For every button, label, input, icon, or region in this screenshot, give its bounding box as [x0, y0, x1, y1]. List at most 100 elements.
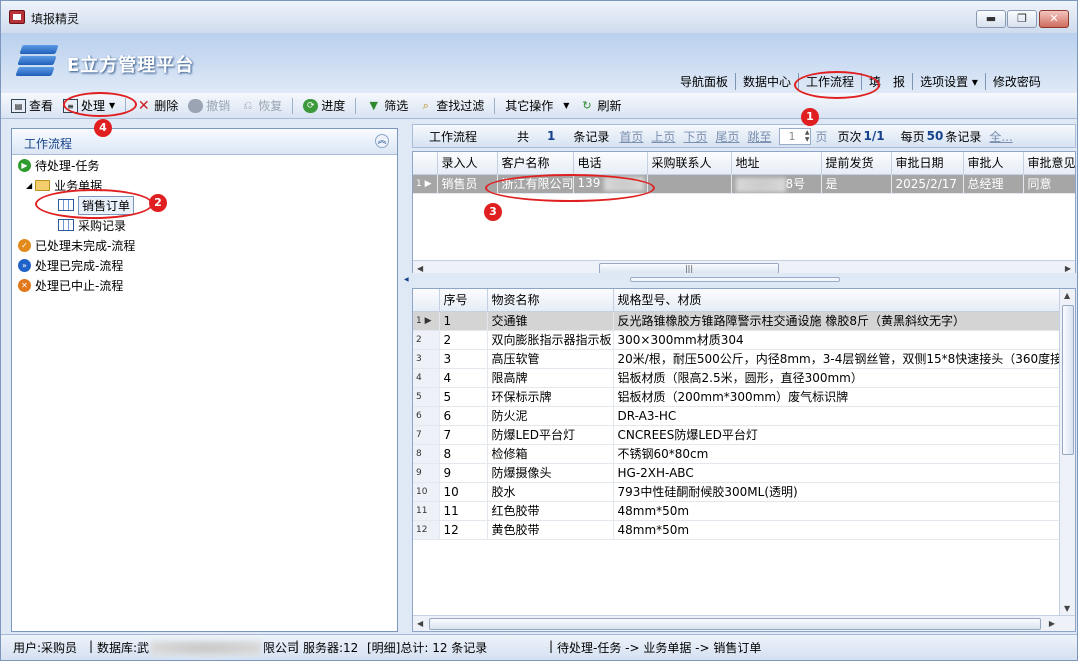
table-cell[interactable]: 交通锥 — [487, 311, 614, 331]
table-cell[interactable]: DR-A3-HC — [613, 406, 1060, 426]
next-page-link[interactable]: 下页 — [683, 128, 707, 145]
table-cell[interactable]: 防火泥 — [487, 406, 614, 426]
table-cell[interactable]: 反光路锥橡胶方锥路障警示柱交通设施 橡胶8斤（黄黑斜纹无字） — [613, 311, 1060, 331]
pane-splitter[interactable] — [412, 273, 1076, 285]
column-header[interactable]: 序号 — [439, 289, 488, 312]
vertical-scrollbar[interactable]: ▲ ▼ — [1059, 289, 1075, 615]
scroll-thumb[interactable] — [1062, 305, 1074, 455]
table-cell[interactable] — [647, 174, 732, 194]
table-cell[interactable]: 11 — [439, 501, 488, 521]
table-cell[interactable]: CNCREES防爆LED平台灯 — [613, 425, 1060, 445]
row-number[interactable]: 1 ▶ — [413, 311, 440, 331]
table-cell[interactable]: 48mm*50m — [613, 501, 1060, 521]
row-number[interactable]: 6 — [413, 406, 440, 426]
table-cell[interactable]: 5 — [439, 387, 488, 407]
table-row[interactable]: 5 5 环保标示牌 铝板材质（200mm*300mm）废气标识牌 — [413, 387, 1060, 407]
column-header[interactable]: 地址 — [731, 152, 822, 175]
scroll-left-icon[interactable]: ◀ — [417, 619, 423, 628]
chevron-down-icon[interactable]: ▼ — [563, 101, 569, 110]
nav-change-password[interactable]: 修改密码 — [984, 72, 1048, 90]
delete-button[interactable]: ✕ 删除 — [136, 96, 178, 116]
table-cell[interactable]: 总经理 — [963, 174, 1024, 194]
column-header[interactable]: 电话 — [573, 152, 648, 175]
refresh-button[interactable]: ↻ 刷新 — [579, 96, 621, 116]
progress-button[interactable]: ⟳ 进度 — [303, 96, 345, 116]
table-cell[interactable]: 同意 — [1023, 174, 1075, 194]
table-cell[interactable]: 防爆摄像头 — [487, 463, 614, 483]
row-number[interactable]: 5 — [413, 387, 440, 407]
scroll-up-icon[interactable]: ▲ — [1064, 291, 1070, 300]
table-cell[interactable]: 7 — [439, 425, 488, 445]
table-cell[interactable]: 防爆LED平台灯 — [487, 425, 614, 445]
table-cell[interactable]: 限高牌 — [487, 368, 614, 388]
row-number[interactable]: 10 — [413, 482, 440, 502]
other-ops-button[interactable]: 其它操作 ▼ — [505, 96, 569, 116]
tree-item-processed-done[interactable]: » 处理已完成-流程 — [18, 256, 123, 274]
table-cell[interactable]: 红色胶带 — [487, 501, 614, 521]
table-cell[interactable]: 检修箱 — [487, 444, 614, 464]
scroll-right-icon[interactable]: ▶ — [1065, 264, 1071, 273]
table-row[interactable]: 3 3 高压软管 20米/根，耐压500公斤，内径8mm，3-4层钢丝管，双侧15*8… — [413, 349, 1060, 369]
splitter-handle[interactable] — [630, 277, 840, 282]
table-cell[interactable]: 20米/根，耐压500公斤，内径8mm，3-4层钢丝管，双侧15*8快速接头（3… — [613, 349, 1060, 369]
splitter-arrow-icon[interactable]: ◀ — [404, 276, 410, 286]
table-cell[interactable]: 环保标示牌 — [487, 387, 614, 407]
table-cell[interactable]: 793中性硅酮耐候胶300ML(透明) — [613, 482, 1060, 502]
row-number[interactable]: 11 — [413, 501, 440, 521]
expand-icon[interactable]: ◢ — [26, 181, 32, 190]
first-page-link[interactable]: 首页 — [619, 128, 643, 145]
scroll-down-icon[interactable]: ▼ — [1064, 604, 1070, 613]
scroll-right-icon[interactable]: ▶ — [1049, 619, 1055, 628]
table-cell[interactable]: 10 — [439, 482, 488, 502]
table-cell[interactable]: 6 — [439, 406, 488, 426]
row-number[interactable]: 1 ▶ — [413, 174, 438, 194]
column-header[interactable]: 规格型号、材质 — [613, 289, 1060, 312]
row-number[interactable]: 7 — [413, 425, 440, 445]
table-row[interactable]: 9 9 防爆摄像头 HG-2XH-ABC — [413, 463, 1060, 483]
nav-dashboard[interactable]: 导航面板 — [673, 73, 735, 90]
tree-item-pending[interactable]: ▶ 待处理-任务 — [18, 156, 99, 174]
table-cell[interactable]: 12 — [439, 520, 488, 540]
table-row[interactable]: 10 10 胶水 793中性硅酮耐候胶300ML(透明) — [413, 482, 1060, 502]
table-cell[interactable]: 3 — [439, 349, 488, 369]
table-row[interactable]: 8 8 检修箱 不锈钢60*80cm — [413, 444, 1060, 464]
table-row[interactable]: 1 ▶ 1 交通锥 反光路锥橡胶方锥路障警示柱交通设施 橡胶8斤（黄黑斜纹无字） — [413, 311, 1060, 331]
goto-page-link[interactable]: 跳至 — [747, 128, 771, 145]
table-cell[interactable]: 双向膨胀指示器指示板 — [487, 330, 614, 350]
last-page-link[interactable]: 尾页 — [715, 128, 739, 145]
table-row[interactable]: 11 11 红色胶带 48mm*50m — [413, 501, 1060, 521]
row-number[interactable]: 12 — [413, 520, 440, 540]
nav-options[interactable]: 选项设置 ▾ — [912, 72, 985, 90]
table-cell[interactable]: 黄色胶带 — [487, 520, 614, 540]
table-cell[interactable]: 4 — [439, 368, 488, 388]
table-cell[interactable]: 8 — [439, 444, 488, 464]
column-header[interactable]: 审批日期 — [891, 152, 964, 175]
page-input[interactable]: 1 ▲ ▼ — [779, 127, 812, 145]
view-button[interactable]: ▤ 查看 — [11, 96, 53, 116]
column-header[interactable]: 物资名称 — [487, 289, 614, 312]
show-all-link[interactable]: 全... — [989, 128, 1012, 145]
table-row[interactable]: 6 6 防火泥 DR-A3-HC — [413, 406, 1060, 426]
table-cell[interactable]: 48mm*50m — [613, 520, 1060, 540]
nav-data-center[interactable]: 数据中心 — [735, 72, 798, 90]
close-button[interactable]: ✕ — [1039, 10, 1069, 28]
table-cell[interactable]: 1 — [439, 311, 488, 331]
minimize-button[interactable]: ▬ — [976, 10, 1006, 28]
tree-item-processed-stopped[interactable]: ✕ 处理已中止-流程 — [18, 276, 123, 294]
filter-button[interactable]: ▼ 筛选 — [366, 96, 409, 116]
table-cell[interactable]: 铝板材质（200mm*300mm）废气标识牌 — [613, 387, 1060, 407]
table-cell[interactable]: 胶水 — [487, 482, 614, 502]
table-cell[interactable]: 不锈钢60*80cm — [613, 444, 1060, 464]
spin-icon[interactable]: ▲ ▼ — [805, 129, 810, 143]
row-number[interactable]: 9 — [413, 463, 440, 483]
column-header[interactable]: 采购联系人 — [647, 152, 732, 175]
column-header[interactable]: 提前发货 — [821, 152, 892, 175]
table-cell[interactable]: 8号 — [731, 174, 822, 194]
table-row[interactable]: 2 2 双向膨胀指示器指示板 300×300mm材质304 — [413, 330, 1060, 350]
table-cell[interactable]: HG-2XH-ABC — [613, 463, 1060, 483]
row-number[interactable]: 4 — [413, 368, 440, 388]
table-row[interactable]: 12 12 黄色胶带 48mm*50m — [413, 520, 1060, 540]
horizontal-scrollbar[interactable]: ◀ ▶ — [413, 615, 1075, 631]
table-cell[interactable]: 9 — [439, 463, 488, 483]
per-page-count[interactable]: 50 — [927, 129, 944, 143]
